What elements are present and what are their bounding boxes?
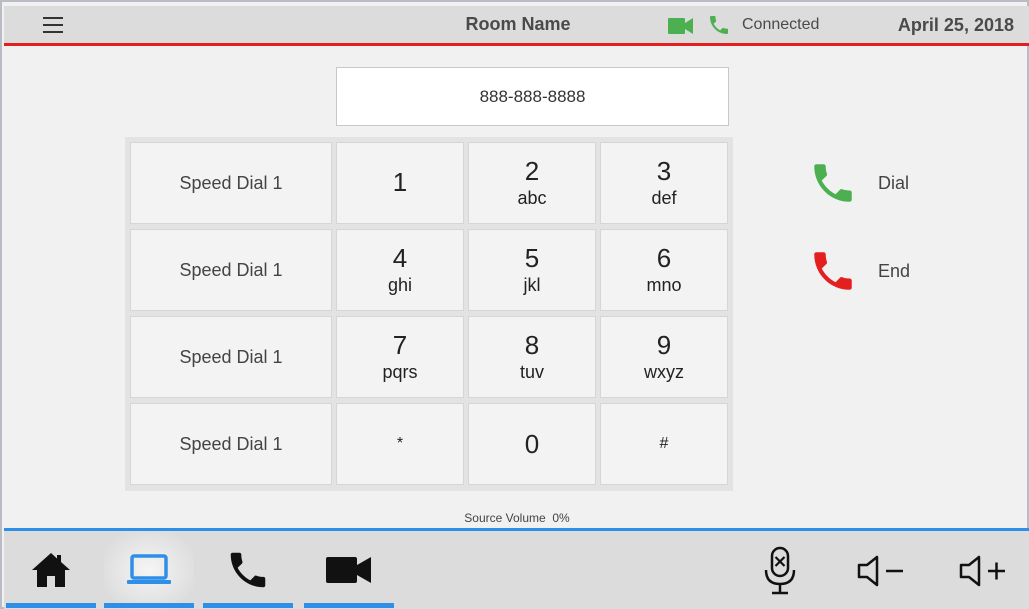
touch-panel: Room Name Connected April 25, 2018 888-8… — [0, 0, 1029, 609]
laptop-icon — [127, 554, 171, 584]
key-digit: 6 — [656, 243, 672, 273]
key-hash[interactable]: # — [600, 403, 728, 485]
key-6[interactable]: 6 mno — [600, 229, 728, 311]
key-9[interactable]: 9 wxyz — [600, 316, 728, 398]
video-camera-icon — [668, 17, 694, 40]
dial-label: Dial — [878, 172, 910, 193]
nav-video-button[interactable] — [304, 531, 394, 609]
mic-mute-button[interactable] — [752, 543, 808, 599]
key-letters: def — [651, 188, 677, 208]
key-letters: mno — [646, 275, 682, 295]
keypad: Speed Dial 1 Speed Dial 1 Speed Dial 1 S… — [125, 137, 733, 491]
volume-up-icon — [959, 555, 1005, 587]
hamburger-menu-icon[interactable] — [40, 14, 66, 38]
key-digit: 2 — [524, 156, 540, 186]
nav-home-button[interactable] — [6, 531, 96, 609]
phone-icon — [230, 552, 266, 588]
key-5[interactable]: 5 jkl — [468, 229, 596, 311]
nav-underline — [203, 603, 293, 608]
key-letters: wxyz — [644, 362, 684, 382]
key-letters: abc — [517, 188, 547, 208]
date-display: April 25, 2018 — [897, 15, 1014, 35]
volume-down-button[interactable] — [852, 543, 912, 599]
key-letters: jkl — [523, 275, 541, 295]
key-letters: pqrs — [382, 362, 418, 382]
key-digit: 8 — [524, 330, 540, 360]
key-digit: # — [659, 435, 669, 452]
key-4[interactable]: 4 ghi — [336, 229, 464, 311]
source-volume-label: Source Volume — [464, 511, 546, 525]
key-digit: * — [396, 435, 404, 452]
video-camera-icon — [326, 557, 371, 583]
end-label: End — [878, 260, 911, 281]
speed-dial-button[interactable]: Speed Dial 1 — [130, 229, 332, 311]
nav-underline — [6, 603, 96, 608]
speed-dial-button[interactable]: Speed Dial 1 — [130, 316, 332, 398]
key-digit: 7 — [392, 330, 408, 360]
key-3[interactable]: 3 def — [600, 142, 728, 224]
dial-number-field[interactable]: 888-888-8888 — [336, 67, 729, 126]
key-letters: tuv — [519, 362, 544, 382]
nav-laptop-button[interactable] — [104, 531, 194, 609]
key-2[interactable]: 2 abc — [468, 142, 596, 224]
volume-up-button[interactable] — [954, 543, 1014, 599]
volume-down-icon — [857, 555, 903, 587]
speed-dial-button[interactable]: Speed Dial 1 — [130, 142, 332, 224]
dial-phone-icon — [814, 164, 852, 202]
speed-dial-button[interactable]: Speed Dial 1 — [130, 403, 332, 485]
key-1[interactable]: 1 — [336, 142, 464, 224]
end-button[interactable]: End — [808, 246, 910, 296]
key-7[interactable]: 7 pqrs — [336, 316, 464, 398]
phone-icon — [707, 13, 731, 42]
source-volume-value: 0% — [552, 511, 570, 525]
nav-underline — [304, 603, 394, 608]
key-digit: 1 — [392, 167, 408, 197]
key-digit: 3 — [656, 156, 672, 186]
end-phone-icon — [814, 252, 852, 290]
key-digit: 5 — [524, 243, 540, 273]
source-volume-readout: Source Volume 0% — [432, 511, 602, 525]
key-0[interactable]: 0 — [468, 403, 596, 485]
header-bar: Room Name Connected April 25, 2018 — [4, 6, 1029, 46]
key-star[interactable]: * — [336, 403, 464, 485]
key-digit: 0 — [524, 429, 540, 459]
key-letters: ghi — [387, 275, 413, 295]
key-digit: 4 — [392, 243, 408, 273]
nav-phone-button[interactable] — [203, 531, 293, 609]
home-icon — [32, 553, 70, 587]
room-name: Room Name — [465, 14, 571, 34]
nav-underline — [104, 603, 194, 608]
connection-status: Connected — [742, 16, 820, 33]
dial-button[interactable]: Dial — [808, 158, 909, 208]
key-8[interactable]: 8 tuv — [468, 316, 596, 398]
footer-bar — [4, 528, 1029, 609]
key-digit: 9 — [656, 330, 672, 360]
microphone-mute-icon — [764, 546, 796, 595]
